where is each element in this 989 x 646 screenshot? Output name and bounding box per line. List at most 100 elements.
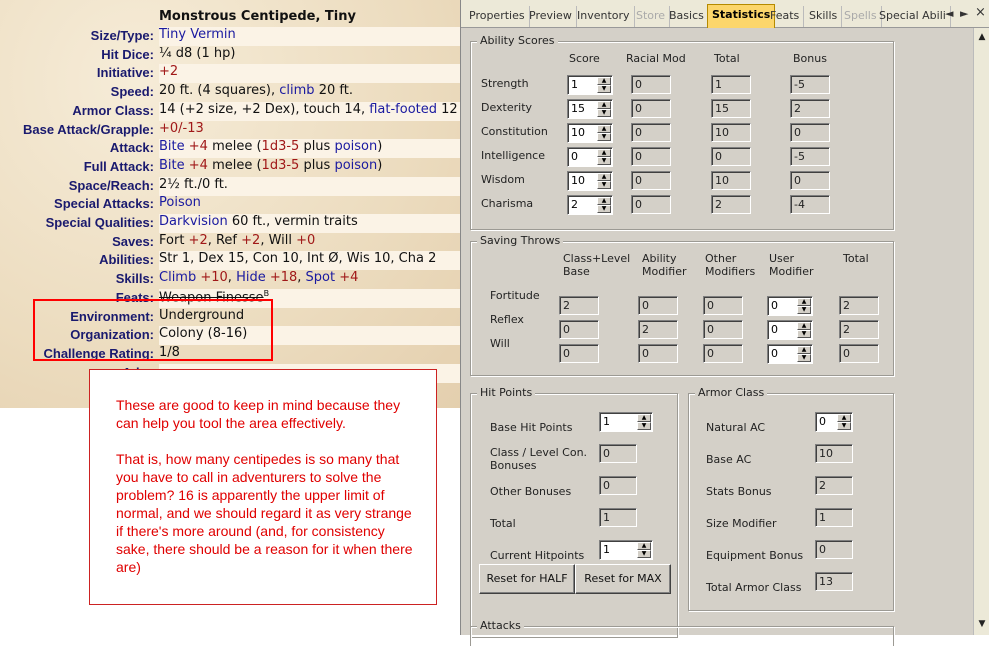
total-hp-field[interactable]: 1 — [599, 508, 637, 527]
stat-link[interactable]: climb — [279, 83, 314, 98]
fortitude-ability-field[interactable]: 0 — [638, 296, 678, 315]
other-bonuses-field[interactable]: 0 — [599, 476, 637, 495]
spin-down-icon[interactable]: ▼ — [597, 157, 611, 165]
spin-down-icon[interactable]: ▼ — [797, 306, 811, 314]
constitution-racial-field[interactable]: 0 — [631, 123, 671, 142]
charisma-total-field[interactable]: 2 — [711, 195, 751, 214]
intelligence-bonus-field[interactable]: -5 — [790, 147, 830, 166]
size-modifier-field[interactable]: 1 — [815, 508, 853, 527]
spin-up-icon[interactable]: ▲ — [597, 173, 611, 181]
intelligence-total-field[interactable]: 0 — [711, 147, 751, 166]
stat-link[interactable]: Climb — [159, 270, 196, 285]
reset-max-button[interactable]: Reset for MAX — [575, 564, 671, 594]
spin-down-icon[interactable]: ▼ — [597, 85, 611, 93]
stats-bonus-field[interactable]: 2 — [815, 476, 853, 495]
vertical-scrollbar[interactable]: ▲ ▼ — [973, 28, 989, 635]
stat-link[interactable]: Darkvision — [159, 214, 228, 229]
spin-down-icon[interactable]: ▼ — [597, 133, 611, 141]
intelligence-racial-field[interactable]: 0 — [631, 147, 671, 166]
reflex-ability-field[interactable]: 2 — [638, 320, 678, 339]
tab-right-arrow-icon[interactable]: ► — [960, 7, 968, 20]
spin-up-icon[interactable]: ▲ — [597, 101, 611, 109]
tab-left-arrow-icon[interactable]: ◄ — [945, 7, 953, 20]
strength-score-spinner[interactable]: 1 ▲ ▼ — [567, 75, 613, 95]
constitution-bonus-field[interactable]: 0 — [790, 123, 830, 142]
stat-link[interactable]: poison — [334, 158, 377, 173]
spin-up-icon[interactable]: ▲ — [837, 414, 851, 422]
strength-total-field[interactable]: 1 — [711, 75, 751, 94]
will-ability-field[interactable]: 0 — [638, 344, 678, 363]
wisdom-racial-field[interactable]: 0 — [631, 171, 671, 190]
equipment-bonus-field[interactable]: 0 — [815, 540, 853, 559]
spin-up-icon[interactable]: ▲ — [597, 197, 611, 205]
wisdom-score-spinner[interactable]: 10 ▲ ▼ — [567, 171, 613, 191]
spin-down-icon[interactable]: ▼ — [837, 422, 851, 430]
dexterity-bonus-field[interactable]: 2 — [790, 99, 830, 118]
stat-link[interactable]: Bite — [159, 139, 185, 154]
stat-link[interactable]: flat-footed — [369, 102, 437, 117]
dexterity-score-spinner[interactable]: 15 ▲ ▼ — [567, 99, 613, 119]
reflex-other-field[interactable]: 0 — [703, 320, 743, 339]
will-user-spinner[interactable]: 0 ▲ ▼ — [767, 344, 813, 364]
fortitude-user-spinner[interactable]: 0 ▲ ▼ — [767, 296, 813, 316]
tab-skills[interactable]: Skills — [805, 6, 843, 27]
scroll-up-icon[interactable]: ▲ — [975, 30, 989, 44]
stat-link[interactable]: Bite — [159, 158, 185, 173]
spin-down-icon[interactable]: ▼ — [597, 181, 611, 189]
wisdom-bonus-field[interactable]: 0 — [790, 171, 830, 190]
tab-special-abili[interactable]: Special Abili — [875, 6, 951, 27]
stat-link[interactable]: poison — [334, 139, 377, 154]
tab-feats[interactable]: Feats — [766, 6, 805, 27]
charisma-score-spinner[interactable]: 2 ▲ ▼ — [567, 195, 613, 215]
total-ac-field[interactable]: 13 — [815, 572, 853, 591]
tab-properties[interactable]: Properties — [465, 6, 530, 27]
spin-down-icon[interactable]: ▼ — [797, 354, 811, 362]
base-hp-spinner[interactable]: 1 ▲ ▼ — [599, 412, 653, 432]
tab-basics[interactable]: Basics — [665, 6, 709, 27]
dexterity-racial-field[interactable]: 0 — [631, 99, 671, 118]
tab-inventory[interactable]: Inventory — [573, 6, 635, 27]
reflex-total-field[interactable]: 2 — [839, 320, 879, 339]
spin-up-icon[interactable]: ▲ — [797, 298, 811, 306]
spin-down-icon[interactable]: ▼ — [597, 205, 611, 213]
will-base-field[interactable]: 0 — [559, 344, 599, 363]
spin-down-icon[interactable]: ▼ — [797, 330, 811, 338]
stat-link[interactable]: Poison — [159, 195, 201, 210]
charisma-racial-field[interactable]: 0 — [631, 195, 671, 214]
stat-link[interactable]: Hide — [236, 270, 266, 285]
natural-ac-spinner[interactable]: 0 ▲ ▼ — [815, 412, 853, 432]
spin-down-icon[interactable]: ▼ — [597, 109, 611, 117]
reflex-user-spinner[interactable]: 0 ▲ ▼ — [767, 320, 813, 340]
spin-up-icon[interactable]: ▲ — [637, 542, 651, 550]
class-con-field[interactable]: 0 — [599, 444, 637, 463]
spin-up-icon[interactable]: ▲ — [637, 414, 651, 422]
stat-link[interactable]: Spot — [306, 270, 336, 285]
wisdom-total-field[interactable]: 10 — [711, 171, 751, 190]
strength-bonus-field[interactable]: -5 — [790, 75, 830, 94]
current-hp-spinner[interactable]: 1 ▲ ▼ — [599, 540, 653, 560]
intelligence-score-spinner[interactable]: 0 ▲ ▼ — [567, 147, 613, 167]
fortitude-other-field[interactable]: 0 — [703, 296, 743, 315]
spin-up-icon[interactable]: ▲ — [797, 346, 811, 354]
spin-down-icon[interactable]: ▼ — [637, 550, 651, 558]
will-other-field[interactable]: 0 — [703, 344, 743, 363]
base-ac-field[interactable]: 10 — [815, 444, 853, 463]
constitution-score-spinner[interactable]: 10 ▲ ▼ — [567, 123, 613, 143]
will-total-field[interactable]: 0 — [839, 344, 879, 363]
strength-racial-field[interactable]: 0 — [631, 75, 671, 94]
dexterity-total-field[interactable]: 15 — [711, 99, 751, 118]
reflex-base-field[interactable]: 0 — [559, 320, 599, 339]
spin-up-icon[interactable]: ▲ — [797, 322, 811, 330]
spin-down-icon[interactable]: ▼ — [637, 422, 651, 430]
spin-up-icon[interactable]: ▲ — [597, 125, 611, 133]
scroll-down-icon[interactable]: ▼ — [975, 617, 989, 631]
stat-link[interactable]: Tiny Vermin — [159, 27, 236, 42]
charisma-bonus-field[interactable]: -4 — [790, 195, 830, 214]
tab-preview[interactable]: Preview — [525, 6, 577, 27]
constitution-total-field[interactable]: 10 — [711, 123, 751, 142]
close-tab-icon[interactable]: × — [975, 5, 986, 20]
fortitude-total-field[interactable]: 2 — [839, 296, 879, 315]
spin-up-icon[interactable]: ▲ — [597, 77, 611, 85]
fortitude-base-field[interactable]: 2 — [559, 296, 599, 315]
reset-half-button[interactable]: Reset for HALF — [479, 564, 575, 594]
